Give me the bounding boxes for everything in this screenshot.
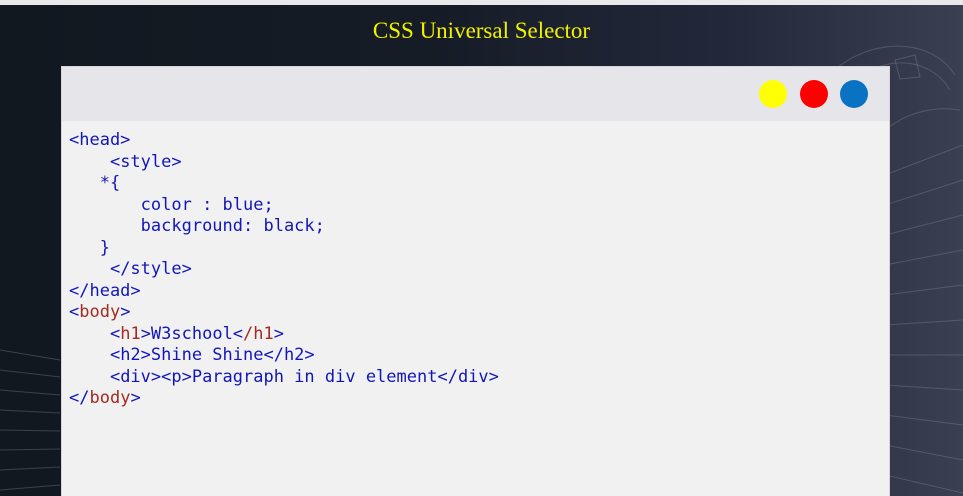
code-line: } [99, 237, 110, 258]
yellow-dot-button[interactable] [759, 80, 787, 108]
code-line: </head> [69, 280, 141, 301]
code-line: <div><p>Paragraph in div element</div> [109, 366, 499, 387]
code-line: </body> [69, 388, 141, 408]
code-line: <style> [109, 151, 182, 172]
red-dot-button[interactable] [800, 80, 828, 108]
code-line: *{ [99, 173, 121, 193]
code-line: <body> [69, 302, 131, 322]
code-line: <h1>W3school</h1> [109, 323, 285, 344]
code-line: <head> [69, 130, 131, 150]
code-line: <h2>Shine Shine</h2> [109, 345, 315, 365]
page-title: CSS Universal Selector [372, 18, 591, 43]
blue-dot-button[interactable] [840, 80, 868, 108]
code-line: </style> [109, 259, 192, 279]
code-window: <head> <style> *{ color : blue; backgrou… [61, 66, 890, 496]
code-line: color : blue; [140, 194, 274, 215]
code-block: <head> <style> *{ color : blue; backgrou… [69, 130, 499, 410]
window-title-bar [62, 67, 889, 121]
code-line: background: black; [140, 216, 325, 236]
